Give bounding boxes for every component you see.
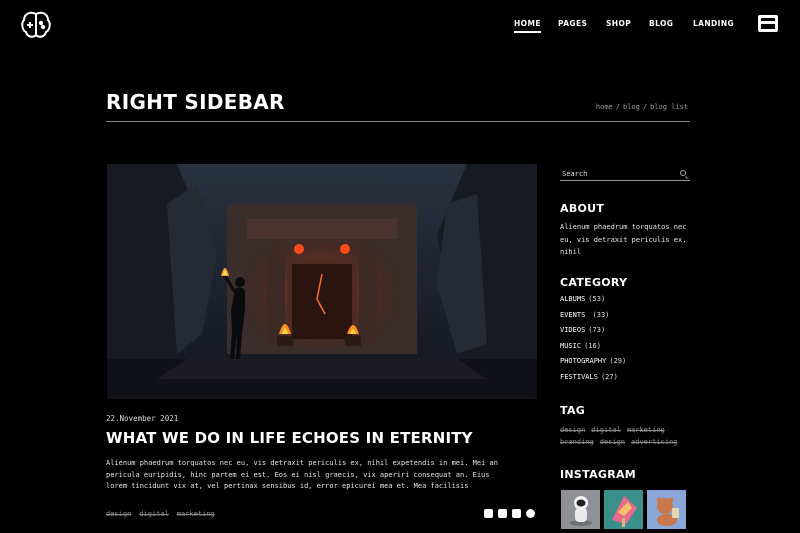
post-tag-marketing[interactable]: marketing bbox=[177, 510, 215, 518]
youtube-icon[interactable] bbox=[512, 509, 521, 518]
brain-logo-icon[interactable] bbox=[20, 10, 52, 40]
category-item-festivals[interactable]: FESTIVALS (27) bbox=[560, 373, 618, 381]
breadcrumb: home / blog / blog list bbox=[596, 103, 688, 111]
category-label: EVENTS bbox=[560, 311, 586, 319]
share-icons bbox=[484, 509, 535, 518]
heading-divider bbox=[106, 121, 690, 122]
twitch-icon[interactable] bbox=[484, 509, 493, 518]
category-count: (33) bbox=[588, 311, 610, 319]
category-label: VIDEOS bbox=[560, 326, 586, 334]
tag-heading: TAG bbox=[560, 404, 586, 417]
breadcrumb-blog[interactable]: blog bbox=[623, 103, 640, 111]
post-excerpt: Alienum phaedrum torquatos nec eu, vis d… bbox=[106, 459, 498, 490]
category-count: (29) bbox=[609, 357, 627, 365]
instagram-feed bbox=[561, 490, 686, 529]
twitter-icon[interactable] bbox=[498, 509, 507, 518]
instagram-thumb-astronaut[interactable] bbox=[561, 490, 600, 529]
tag-marketing[interactable]: marketing bbox=[627, 426, 665, 434]
instagram-heading: INSTAGRAM bbox=[560, 468, 637, 481]
post-date: 22.November 2021 bbox=[106, 414, 179, 423]
instagram-thumb-ice-cream[interactable] bbox=[604, 490, 643, 529]
breadcrumb-separator: / bbox=[615, 103, 620, 111]
category-count: (73) bbox=[588, 326, 606, 334]
category-label: FESTIVALS bbox=[560, 373, 598, 381]
instagram-thumb-bear[interactable] bbox=[647, 490, 686, 529]
search-box bbox=[560, 166, 690, 181]
tag-design[interactable]: design bbox=[560, 426, 585, 434]
post-tags: design digital marketing bbox=[106, 510, 223, 518]
post-featured-image[interactable] bbox=[107, 164, 537, 399]
category-item-photography[interactable]: PHOTOGRAPHY (29) bbox=[560, 357, 626, 365]
post-tag-digital[interactable]: digital bbox=[139, 510, 169, 518]
category-count: (16) bbox=[584, 342, 601, 350]
tag-design[interactable]: design bbox=[600, 438, 625, 446]
category-item-music[interactable]: MUSIC (16) bbox=[560, 342, 601, 350]
category-label: PHOTOGRAPHY bbox=[560, 357, 607, 365]
facebook-icon[interactable] bbox=[526, 509, 535, 518]
page-title: RIGHT SIDEBAR bbox=[106, 90, 285, 114]
category-item-videos[interactable]: VIDEOS (73) bbox=[560, 326, 605, 334]
post-tag-design[interactable]: design bbox=[106, 510, 131, 518]
category-heading: CATEGORY bbox=[560, 276, 628, 289]
nav-item-home[interactable]: HOME bbox=[514, 19, 541, 33]
breadcrumb-current: blog list bbox=[650, 103, 688, 111]
tag-branding[interactable]: branding bbox=[560, 438, 594, 446]
nav-item-blog[interactable]: BLOG bbox=[649, 19, 673, 28]
category-count: (53) bbox=[588, 295, 606, 303]
category-label: MUSIC bbox=[560, 342, 582, 350]
search-icon[interactable] bbox=[680, 170, 686, 176]
tag-advertising[interactable]: advertising bbox=[631, 438, 677, 446]
search-input[interactable] bbox=[562, 168, 672, 179]
category-count: (27) bbox=[600, 373, 618, 381]
nav-item-shop[interactable]: SHOP bbox=[606, 19, 631, 28]
tag-cloud: design digital marketing branding design adv… bbox=[560, 425, 695, 448]
tag-digital[interactable]: digital bbox=[591, 426, 621, 434]
about-heading: ABOUT bbox=[560, 202, 605, 215]
menu-toggle-icon[interactable] bbox=[758, 15, 778, 32]
category-item-events[interactable]: EVENTS (33) bbox=[560, 311, 609, 319]
breadcrumb-home[interactable]: home bbox=[596, 103, 613, 111]
post-title[interactable]: WHAT WE DO IN LIFE ECHOES IN ETERNITY bbox=[106, 429, 473, 447]
about-text: Alienum phaedrum torquatos nec eu, vis d… bbox=[560, 223, 687, 256]
category-item-albums[interactable]: ALBUMS (53) bbox=[560, 295, 605, 303]
nav-item-pages[interactable]: PAGES bbox=[558, 19, 587, 28]
breadcrumb-separator: / bbox=[642, 103, 648, 111]
nav-item-landing[interactable]: LANDING bbox=[693, 19, 734, 28]
category-label: ALBUMS bbox=[560, 295, 586, 303]
